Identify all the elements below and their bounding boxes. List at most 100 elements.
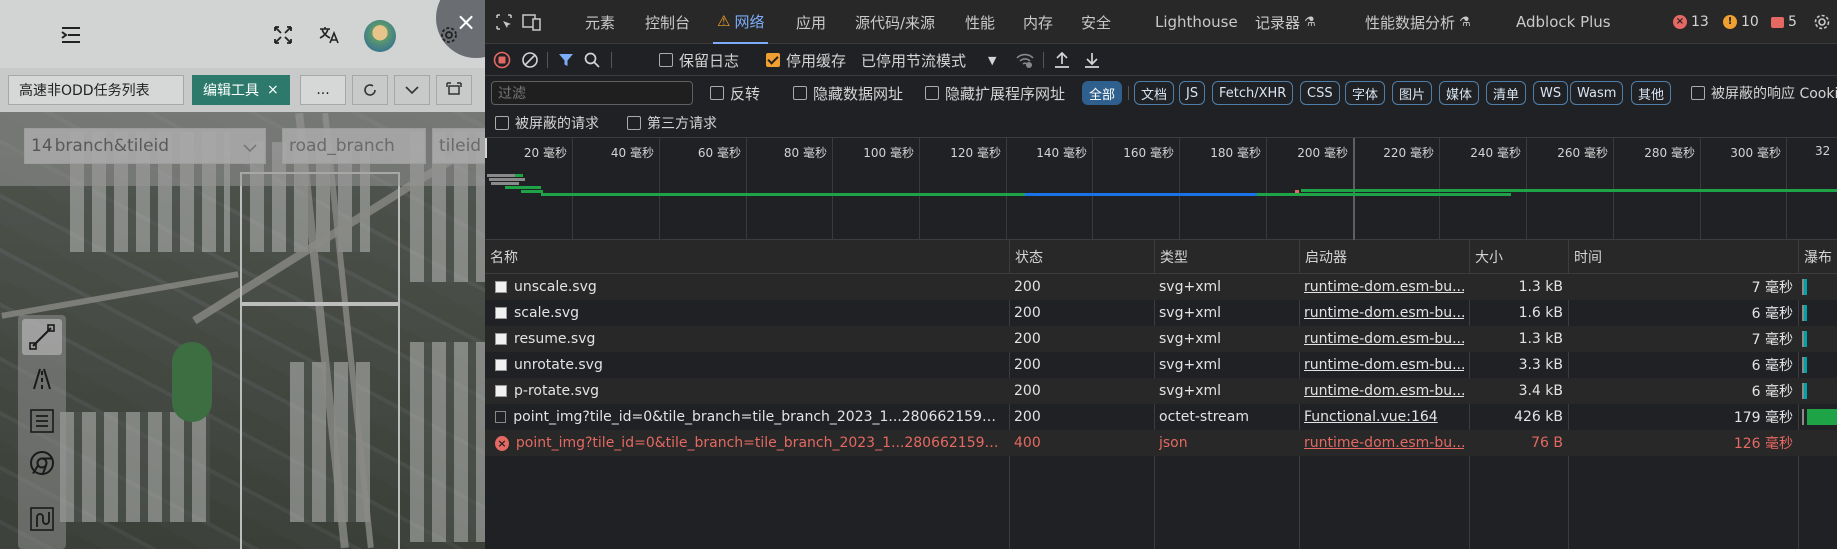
filter-chip-css[interactable]: CSS bbox=[1300, 81, 1340, 105]
initiator-link[interactable]: runtime-dom.esm-bu... bbox=[1304, 430, 1464, 456]
branch-select[interactable]: 14 branch&tileid bbox=[24, 128, 266, 164]
time-cell: 7 毫秒 bbox=[1751, 280, 1793, 296]
list-tool-icon[interactable] bbox=[22, 403, 62, 439]
table-row[interactable]: point_img?tile_id=0&tile_branch=tile_bra… bbox=[485, 404, 1837, 430]
column-header-time[interactable]: 时间 bbox=[1568, 240, 1798, 274]
column-header-type[interactable]: 类型 bbox=[1154, 240, 1299, 274]
tab-close-icon[interactable]: × bbox=[267, 82, 279, 98]
filter-chip-other[interactable]: 其他 bbox=[1631, 81, 1672, 105]
filter-chip-fetch-xhr[interactable]: Fetch/XHR bbox=[1212, 81, 1294, 105]
tab-network[interactable]: ⚠ 网络 bbox=[713, 0, 769, 44]
tab-sources[interactable]: 源代码/来源 bbox=[855, 0, 935, 44]
preserve-log-checkbox[interactable]: 保留日志 bbox=[659, 48, 739, 72]
translate-icon[interactable] bbox=[316, 22, 342, 48]
lane-tool-icon[interactable] bbox=[22, 361, 62, 397]
request-name-cell[interactable]: unscale.svg bbox=[495, 274, 1003, 300]
column-header-status[interactable]: 状态 bbox=[1009, 240, 1154, 274]
filter-icon[interactable] bbox=[557, 48, 575, 72]
column-header-waterfall[interactable]: 瀑布 bbox=[1798, 240, 1837, 274]
table-row[interactable]: × point_img?tile_id=0&tile_branch=tile_br… bbox=[485, 430, 1837, 456]
warning-count-badge[interactable]: ! 10 bbox=[1723, 14, 1759, 30]
filter-chip-font[interactable]: 字体 bbox=[1345, 81, 1386, 105]
hide-data-urls-checkbox[interactable]: 隐藏数据网址 bbox=[793, 81, 903, 105]
refresh-icon[interactable] bbox=[352, 75, 388, 105]
filter-chip-media[interactable]: 媒体 bbox=[1439, 81, 1480, 105]
filter-chip-doc[interactable]: 文档 bbox=[1134, 81, 1175, 105]
tab-more[interactable]: ... bbox=[300, 75, 346, 105]
avatar[interactable] bbox=[364, 20, 396, 52]
chrome-icon[interactable] bbox=[22, 445, 62, 481]
menu-icon[interactable] bbox=[58, 22, 84, 48]
column-header-size[interactable]: 大小 bbox=[1469, 240, 1568, 274]
request-name-cell[interactable]: p-rotate.svg bbox=[495, 378, 1003, 404]
tab-performance[interactable]: 性能 bbox=[965, 0, 995, 44]
table-row[interactable]: p-rotate.svg 200 svg+xml runtime-dom.esm-bu… bbox=[485, 378, 1837, 404]
tab-application[interactable]: 应用 bbox=[796, 0, 826, 44]
third-party-requests-checkbox[interactable]: 第三方请求 bbox=[627, 111, 717, 135]
blocked-requests-checkbox[interactable]: 被屏蔽的请求 bbox=[495, 111, 599, 135]
clear-icon[interactable] bbox=[521, 48, 539, 72]
filter-chip-all[interactable]: 全部 bbox=[1082, 81, 1123, 105]
initiator-link[interactable]: runtime-dom.esm-bu... bbox=[1304, 274, 1464, 300]
tab-elements[interactable]: 元素 bbox=[585, 0, 615, 44]
table-row[interactable]: resume.svg 200 svg+xml runtime-dom.esm-bu..… bbox=[485, 326, 1837, 352]
filter-chip-ws[interactable]: WS bbox=[1533, 81, 1569, 105]
tab-lighthouse[interactable]: Lighthouse bbox=[1155, 0, 1238, 44]
filter-input[interactable] bbox=[491, 81, 693, 105]
tab-recorder[interactable]: 记录器 ⚗ bbox=[1255, 0, 1316, 44]
road-branch-input[interactable]: road_branch bbox=[282, 128, 426, 164]
device-toolbar-icon[interactable] bbox=[521, 12, 543, 32]
filter-chip-img[interactable]: 图片 bbox=[1392, 81, 1433, 105]
tab-memory[interactable]: 内存 bbox=[1023, 0, 1053, 44]
inspect-element-icon[interactable] bbox=[493, 12, 515, 32]
network-overview-timeline[interactable]: 20 毫秒 40 毫秒 60 毫秒 80 毫秒 100 毫秒 120 毫秒 14… bbox=[485, 138, 1837, 240]
invert-checkbox[interactable]: 反转 bbox=[710, 81, 760, 105]
table-row[interactable]: unrotate.svg 200 svg+xml runtime-dom.esm-bu… bbox=[485, 352, 1837, 378]
initiator-link[interactable]: runtime-dom.esm-bu... bbox=[1304, 326, 1464, 352]
request-name-cell[interactable]: × point_img?tile_id=0&tile_branch=tile_br… bbox=[495, 430, 1003, 456]
gear-icon[interactable] bbox=[436, 22, 462, 48]
issue-count-badge[interactable]: 5 bbox=[1771, 14, 1797, 30]
chip-label: WS bbox=[1540, 85, 1562, 101]
tileid-input[interactable]: tileid bbox=[432, 128, 485, 164]
expand-icon[interactable] bbox=[436, 75, 472, 105]
tab-console[interactable]: 控制台 bbox=[645, 0, 690, 44]
checkbox bbox=[659, 53, 673, 67]
filter-chip-manifest[interactable]: 清单 bbox=[1486, 81, 1527, 105]
initiator-link[interactable]: runtime-dom.esm-bu... bbox=[1304, 378, 1464, 404]
error-count-badge[interactable]: × 13 bbox=[1673, 14, 1709, 30]
tab-task-list[interactable]: 高速非ODD任务列表 bbox=[8, 75, 184, 105]
gear-icon[interactable] bbox=[1811, 12, 1833, 32]
export-har-icon[interactable] bbox=[1083, 48, 1101, 72]
initiator-link[interactable]: runtime-dom.esm-bu... bbox=[1304, 300, 1464, 326]
disable-cache-checkbox[interactable]: 停用缓存 bbox=[766, 48, 846, 72]
throttling-select[interactable]: 已停用节流模式 ▼ bbox=[861, 48, 996, 72]
initiator-link[interactable]: runtime-dom.esm-bu... bbox=[1304, 352, 1464, 378]
request-name-cell[interactable]: unrotate.svg bbox=[495, 352, 1003, 378]
column-header-initiator[interactable]: 启动器 bbox=[1299, 240, 1469, 274]
table-row[interactable]: scale.svg 200 svg+xml runtime-dom.esm-bu...… bbox=[485, 300, 1837, 326]
request-name-cell[interactable]: point_img?tile_id=0&tile_branch=tile_bra… bbox=[495, 404, 1003, 430]
blocked-response-cookies-checkbox[interactable]: 被屏蔽的响应 Cookie bbox=[1691, 81, 1837, 105]
tab-performance-insights[interactable]: 性能数据分析 ⚗ bbox=[1365, 0, 1471, 44]
tab-adblock-plus[interactable]: Adblock Plus bbox=[1516, 0, 1611, 44]
filter-chip-wasm[interactable]: Wasm bbox=[1570, 81, 1624, 105]
initiator-link[interactable]: Functional.vue:164 bbox=[1304, 404, 1464, 430]
tab-security[interactable]: 安全 bbox=[1081, 0, 1111, 44]
table-row[interactable]: unscale.svg 200 svg+xml runtime-dom.esm-bu.… bbox=[485, 274, 1837, 300]
chevron-down-icon[interactable] bbox=[394, 75, 430, 105]
search-icon[interactable] bbox=[583, 48, 601, 72]
fullscreen-icon[interactable] bbox=[270, 22, 296, 48]
record-stop-icon[interactable] bbox=[493, 48, 511, 72]
tab-edit-tools[interactable]: 编辑工具 × bbox=[192, 75, 290, 105]
request-name-cell[interactable]: resume.svg bbox=[495, 326, 1003, 352]
draw-line-tool-icon[interactable] bbox=[22, 319, 62, 355]
time-cell: 6 毫秒 bbox=[1751, 306, 1793, 322]
hide-extension-urls-checkbox[interactable]: 隐藏扩展程序网址 bbox=[925, 81, 1065, 105]
column-header-name[interactable]: 名称 bbox=[485, 240, 1009, 274]
request-name-cell[interactable]: scale.svg bbox=[495, 300, 1003, 326]
route-tool-icon[interactable] bbox=[22, 501, 62, 537]
import-har-icon[interactable] bbox=[1053, 48, 1071, 72]
network-conditions-icon[interactable] bbox=[1015, 48, 1035, 72]
filter-chip-js[interactable]: JS bbox=[1179, 81, 1206, 105]
